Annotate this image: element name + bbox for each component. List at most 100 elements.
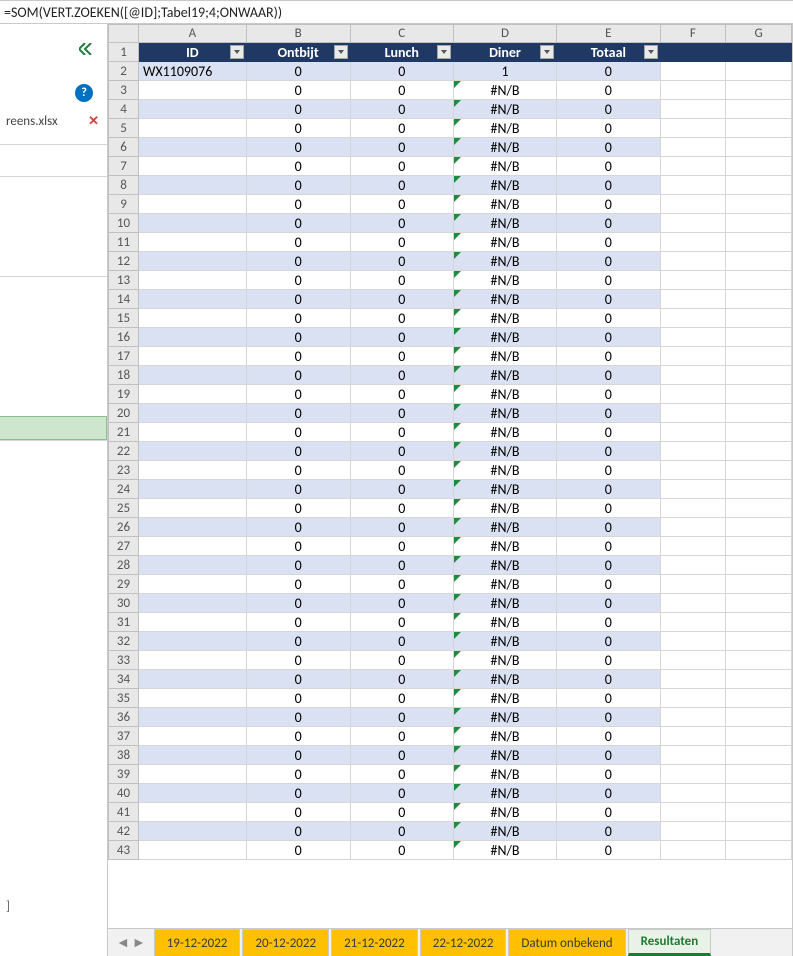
cell[interactable]: 0 (246, 385, 350, 404)
cell[interactable]: 0 (350, 651, 453, 670)
cell[interactable] (726, 309, 792, 328)
cell[interactable]: 0 (350, 195, 453, 214)
cell[interactable] (726, 632, 792, 651)
cell[interactable] (660, 100, 726, 119)
cell[interactable] (726, 62, 792, 81)
cell[interactable] (726, 176, 792, 195)
cell[interactable]: 0 (557, 81, 660, 100)
cell[interactable]: 0 (350, 461, 453, 480)
row-header[interactable]: 22 (109, 442, 139, 461)
cell[interactable]: 0 (246, 613, 350, 632)
cell[interactable] (660, 784, 726, 803)
cell[interactable] (139, 822, 247, 841)
cell[interactable] (139, 803, 247, 822)
close-file-icon[interactable]: ✕ (88, 114, 99, 129)
cell[interactable]: 0 (246, 841, 350, 860)
cell[interactable] (139, 347, 247, 366)
filter-dropdown-icon[interactable] (437, 45, 451, 59)
row-header[interactable]: 10 (109, 214, 139, 233)
cell[interactable]: 0 (557, 765, 660, 784)
cell[interactable] (726, 556, 792, 575)
table-header-cell[interactable]: ID (139, 43, 247, 62)
cell[interactable]: 0 (246, 746, 350, 765)
cell[interactable]: #N/B (453, 404, 556, 423)
row-header[interactable]: 40 (109, 784, 139, 803)
cell[interactable]: 0 (350, 404, 453, 423)
cell[interactable]: #N/B (453, 271, 556, 290)
cell[interactable]: 0 (557, 651, 660, 670)
cell[interactable] (726, 765, 792, 784)
cell[interactable]: 0 (557, 689, 660, 708)
row-header[interactable]: 2 (109, 62, 139, 81)
cell[interactable]: #N/B (453, 727, 556, 746)
cell[interactable]: 0 (557, 233, 660, 252)
cell[interactable]: #N/B (453, 556, 556, 575)
cell[interactable] (726, 746, 792, 765)
row-header[interactable]: 21 (109, 423, 139, 442)
cell[interactable]: #N/B (453, 499, 556, 518)
cell[interactable] (660, 43, 726, 62)
cell[interactable]: 0 (246, 461, 350, 480)
cell[interactable]: 0 (246, 689, 350, 708)
cell[interactable] (139, 214, 247, 233)
cell[interactable]: 0 (246, 575, 350, 594)
cell[interactable] (726, 613, 792, 632)
cell[interactable]: 0 (557, 328, 660, 347)
row-header[interactable]: 8 (109, 176, 139, 195)
cell[interactable]: 0 (557, 157, 660, 176)
cell[interactable] (726, 385, 792, 404)
cell[interactable]: 0 (557, 822, 660, 841)
filter-dropdown-icon[interactable] (644, 45, 658, 59)
cell[interactable]: 0 (246, 556, 350, 575)
formula-bar[interactable]: =SOM(VERT.ZOEKEN([@ID];Tabel19;4;ONWAAR)… (0, 0, 793, 24)
file-entry[interactable]: reens.xlsx ✕ (2, 112, 103, 131)
cell[interactable] (139, 271, 247, 290)
cell[interactable] (660, 385, 726, 404)
cell[interactable]: 0 (557, 423, 660, 442)
row-header[interactable]: 13 (109, 271, 139, 290)
cell[interactable]: 0 (246, 423, 350, 442)
cell[interactable] (660, 138, 726, 157)
cell[interactable]: #N/B (453, 461, 556, 480)
cell[interactable] (726, 670, 792, 689)
cell[interactable]: #N/B (453, 176, 556, 195)
cell[interactable] (726, 689, 792, 708)
cell[interactable]: 0 (557, 556, 660, 575)
cell[interactable]: 0 (350, 100, 453, 119)
cell[interactable]: 0 (557, 480, 660, 499)
cell[interactable]: 0 (350, 309, 453, 328)
cell[interactable]: 0 (350, 252, 453, 271)
cell[interactable]: 0 (557, 575, 660, 594)
cell[interactable]: 1 (453, 62, 556, 81)
cell[interactable]: #N/B (453, 708, 556, 727)
cell[interactable]: 0 (246, 62, 350, 81)
cell[interactable] (726, 366, 792, 385)
cell[interactable]: 0 (246, 214, 350, 233)
cell[interactable] (660, 708, 726, 727)
cell[interactable] (726, 803, 792, 822)
row-header[interactable]: 18 (109, 366, 139, 385)
cell[interactable]: 0 (246, 404, 350, 423)
cell[interactable]: #N/B (453, 442, 556, 461)
cell[interactable] (139, 480, 247, 499)
cell[interactable] (660, 62, 726, 81)
table-header-cell[interactable]: Lunch (350, 43, 453, 62)
row-header[interactable]: 16 (109, 328, 139, 347)
cell[interactable] (139, 119, 247, 138)
cell[interactable]: 0 (350, 594, 453, 613)
cell[interactable]: 0 (246, 670, 350, 689)
cell[interactable] (660, 252, 726, 271)
cell[interactable] (726, 138, 792, 157)
cell[interactable]: #N/B (453, 613, 556, 632)
cell[interactable] (726, 594, 792, 613)
row-header[interactable]: 4 (109, 100, 139, 119)
cell[interactable] (139, 518, 247, 537)
row-header[interactable]: 24 (109, 480, 139, 499)
cell[interactable] (660, 651, 726, 670)
cell[interactable]: #N/B (453, 784, 556, 803)
cell[interactable] (726, 347, 792, 366)
cell[interactable]: 0 (557, 347, 660, 366)
cell[interactable] (660, 81, 726, 100)
cell[interactable]: 0 (350, 556, 453, 575)
cell[interactable]: 0 (246, 290, 350, 309)
